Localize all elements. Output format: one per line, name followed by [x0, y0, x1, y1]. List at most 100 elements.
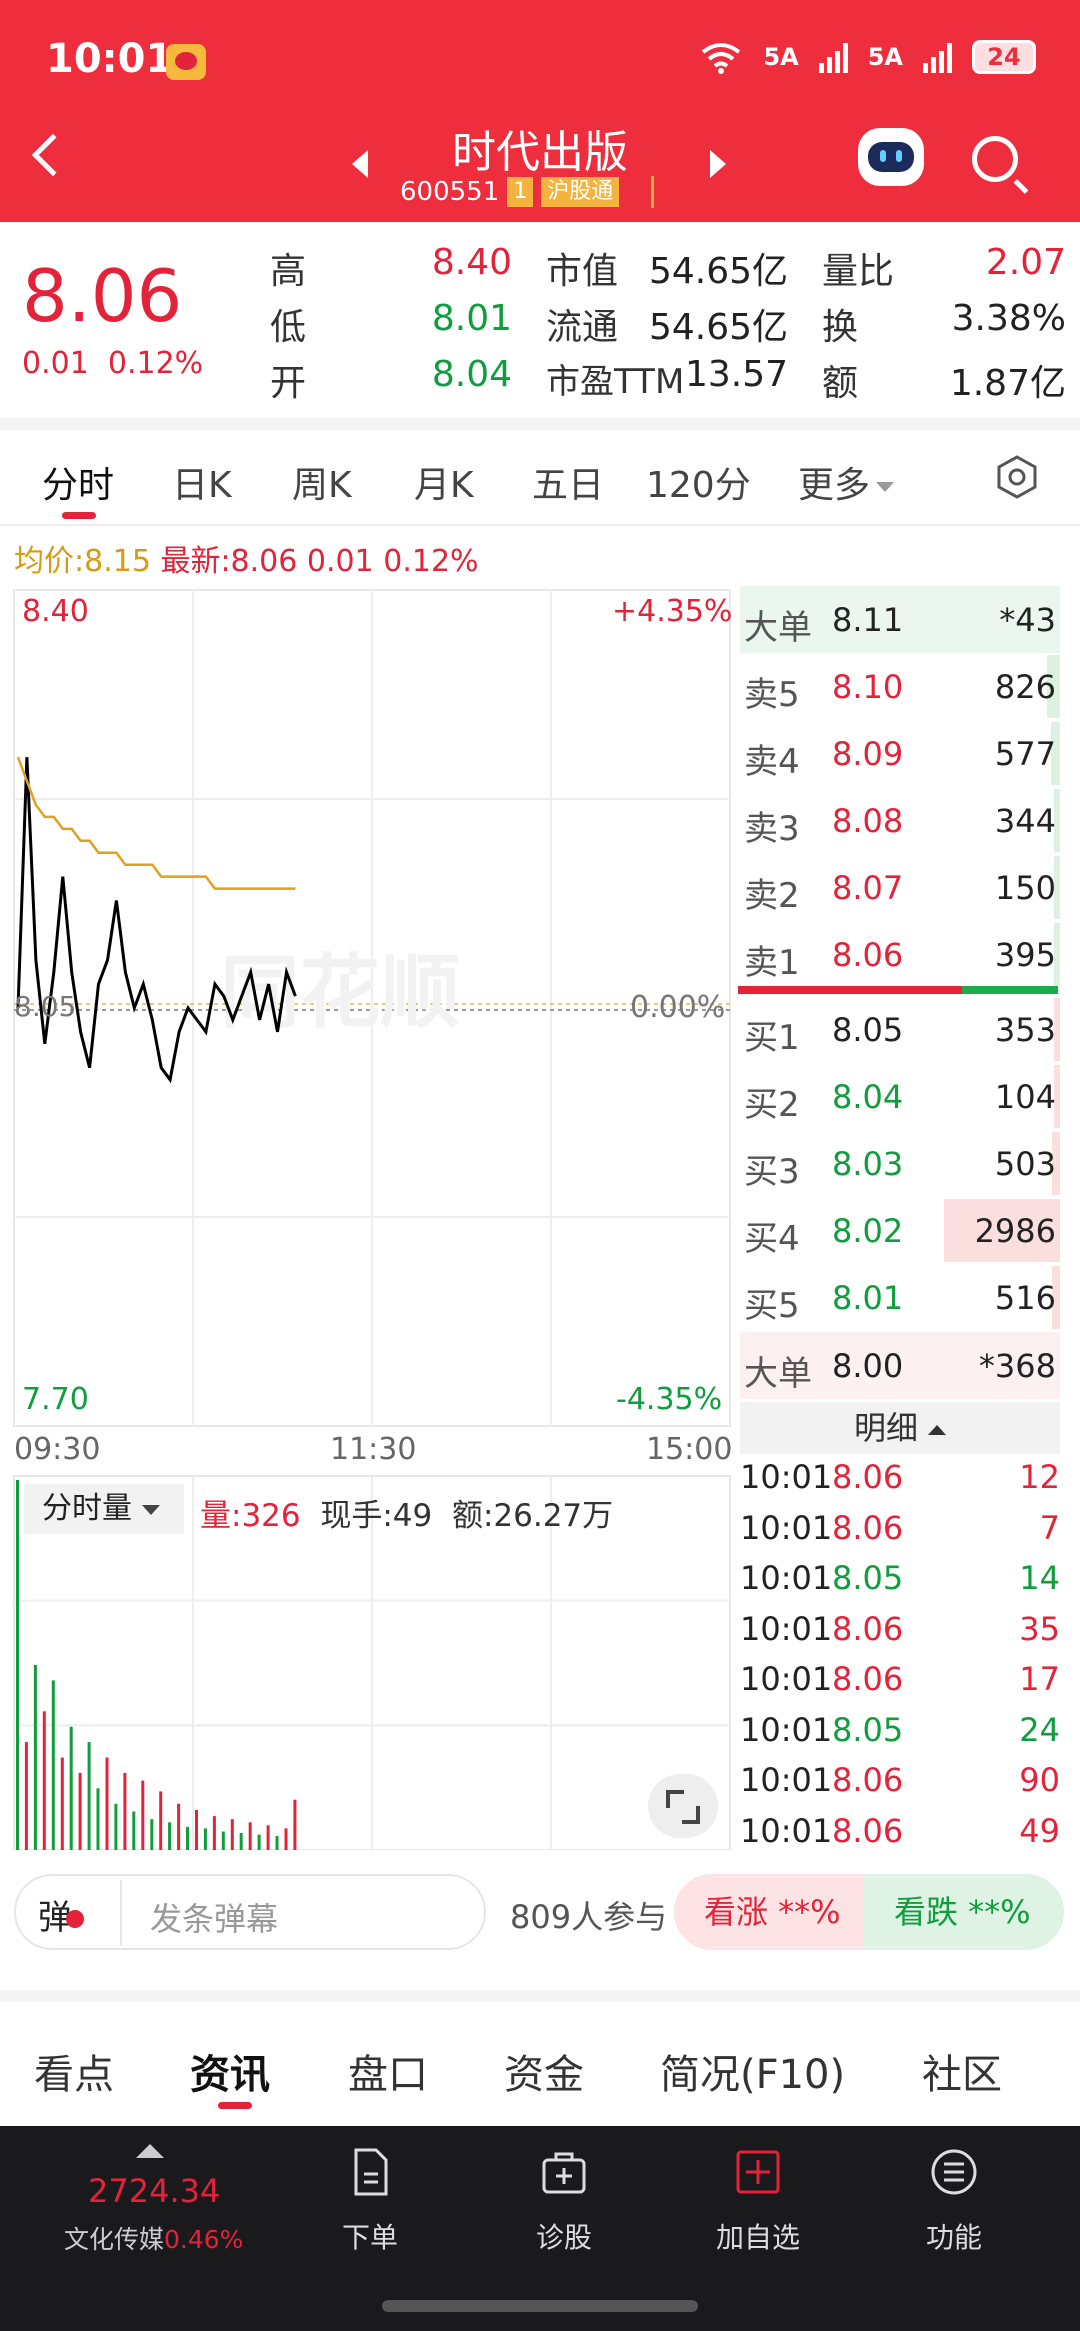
x-label-open: 09:30 — [14, 1432, 101, 1467]
bid-label: 买4 — [744, 1219, 800, 1259]
quote-panel: 8.06 0.01 0.12% 高 8.40 低 8.01 开 8.04 市值 … — [0, 222, 1080, 418]
place-order-button[interactable]: 下单 — [310, 2146, 430, 2256]
volume-bar — [33, 1665, 37, 1850]
bid-label: 买2 — [744, 1085, 800, 1125]
tick-row: 10:01 8.06 35 — [740, 1604, 1060, 1654]
tick-time: 10:01 — [740, 1559, 833, 1597]
bullish-vote-button[interactable]: 看涨 **% — [674, 1874, 874, 1950]
tab-highlights[interactable]: 看点 — [34, 2042, 114, 2100]
tick-vol: 7 — [1039, 1508, 1060, 1547]
big-sell-label: 大单 — [744, 608, 812, 648]
fullscreen-icon[interactable] — [648, 1774, 718, 1838]
bid-qty: 2986 — [974, 1212, 1056, 1250]
tick-vol: 49 — [1019, 1811, 1060, 1850]
avg-price: 均价:8.15 — [14, 544, 151, 579]
big-sell-qty: *43 — [999, 601, 1056, 639]
volume-bars — [16, 1480, 297, 1850]
tick-time: 10:01 — [740, 1508, 833, 1547]
tab-120min[interactable]: 120分 — [646, 456, 751, 508]
tick-price: 8.05 — [832, 1559, 904, 1597]
volume-bar — [51, 1680, 55, 1850]
avg-price-line-series — [16, 756, 296, 890]
search-icon[interactable] — [972, 136, 1018, 182]
tab-active-indicator — [62, 512, 96, 519]
latest-change-pct: 0.12% — [383, 544, 479, 579]
menu-button[interactable]: 功能 — [894, 2146, 1014, 2256]
volume-bar — [123, 1772, 127, 1850]
open-value: 8.04 — [431, 354, 512, 395]
tick-vol: 35 — [1019, 1609, 1060, 1648]
volume-bar — [203, 1828, 207, 1850]
volume-bar — [16, 1480, 19, 1850]
tick-vol: 17 — [1019, 1660, 1060, 1698]
tab-orderbook[interactable]: 盘口 — [348, 2042, 428, 2100]
tab-daily-k[interactable]: 日K — [172, 456, 232, 508]
big-buy-qty: *368 — [978, 1347, 1056, 1385]
tab-news[interactable]: 资讯 — [190, 2042, 270, 2100]
y-bottom-label: 7.70 — [22, 1382, 89, 1417]
settings-hexagon-icon[interactable] — [994, 454, 1040, 500]
tick-row: 10:01 8.06 12 — [740, 1452, 1060, 1502]
add-watchlist-button[interactable]: 加自选 — [698, 2146, 818, 2256]
tick-time: 10:01 — [740, 1761, 833, 1799]
sector-index[interactable]: 文化传媒0.46% — [64, 2220, 243, 2256]
volume-bar — [230, 1819, 234, 1850]
stock-code: 600551 — [400, 177, 500, 207]
sector-index-value[interactable]: 2724.34 — [88, 2172, 220, 2210]
danmu-input-box[interactable]: 弹 发条弹幕 — [14, 1874, 486, 1950]
ask-price: 8.09 — [832, 735, 904, 773]
chevron-down-icon — [142, 1504, 160, 1515]
y-top-label: 8.40 — [22, 594, 89, 629]
sector-pct: 0.46% — [164, 2225, 244, 2254]
current-price: 8.06 — [22, 254, 183, 338]
big-buy-label: 大单 — [744, 1354, 812, 1394]
tab-five-day[interactable]: 五日 — [532, 456, 604, 508]
next-stock-icon[interactable] — [710, 150, 726, 178]
robot-assistant-icon[interactable] — [858, 128, 924, 186]
detail-toggle[interactable]: 明细 — [740, 1402, 1060, 1454]
volume-selector[interactable]: 分时量 — [24, 1484, 184, 1534]
status-indicators: 5A 5A 24 — [699, 40, 1036, 74]
tab-community[interactable]: 社区 — [922, 2042, 1002, 2100]
tab-fundflow[interactable]: 资金 — [504, 2042, 584, 2100]
intraday-chart[interactable]: 同花顺 — [0, 580, 740, 1850]
bid-row: 买2 8.04 104 — [740, 1063, 1060, 1130]
tab-monthly-k[interactable]: 月K — [414, 456, 474, 508]
home-indicator[interactable] — [382, 2300, 698, 2312]
bid-row: 买4 8.02 2986 — [740, 1197, 1060, 1264]
signal-1-label: 5A — [763, 43, 799, 71]
tab-weekly-k[interactable]: 周K — [292, 456, 352, 508]
tab-intraday[interactable]: 分时 — [42, 456, 114, 508]
volume-bar — [195, 1809, 198, 1850]
add-box-icon — [736, 2150, 780, 2194]
tick-price: 8.06 — [832, 1660, 904, 1698]
current-hand: 现手:49 — [320, 1498, 433, 1534]
bearish-vote-button[interactable]: 看跌 **% — [864, 1874, 1064, 1950]
ask-row: 卖4 8.09 577 — [740, 720, 1060, 787]
bid-row: 买3 8.03 503 — [740, 1130, 1060, 1197]
tab-more[interactable]: 更多 — [798, 456, 895, 508]
weibo-icon — [166, 44, 206, 80]
participants-count: 809人参与 — [510, 1898, 668, 1936]
bid-price: 8.02 — [832, 1212, 904, 1250]
tab-f10[interactable]: 简况(F10) — [660, 2042, 845, 2100]
bid-price: 8.04 — [832, 1078, 904, 1116]
pct-bottom-label: -4.35% — [616, 1382, 723, 1417]
expand-up-icon[interactable] — [136, 2144, 164, 2158]
tick-row: 10:01 8.06 17 — [740, 1654, 1060, 1704]
volume-bar — [257, 1834, 261, 1850]
bid-row: 买5 8.01 516 — [740, 1264, 1060, 1331]
battery-icon: 24 — [972, 40, 1036, 74]
diagnose-button[interactable]: 诊股 — [504, 2146, 624, 2256]
rank-tag: 1 — [507, 177, 534, 207]
volume-bar — [266, 1825, 270, 1850]
section-divider — [0, 418, 1080, 430]
ask-qty: 344 — [994, 802, 1056, 840]
big-sell-price: 8.11 — [832, 601, 904, 639]
x-label-close: 15:00 — [646, 1432, 733, 1467]
ask-row: 卖5 8.10 826 — [740, 653, 1060, 720]
header: 10:01 5A 5A 24 时代出版 600551 1 沪股通 — [0, 0, 1080, 222]
volume-bar — [275, 1836, 279, 1850]
volume-bar — [186, 1826, 189, 1850]
add-watchlist-label: 加自选 — [715, 2221, 800, 2254]
